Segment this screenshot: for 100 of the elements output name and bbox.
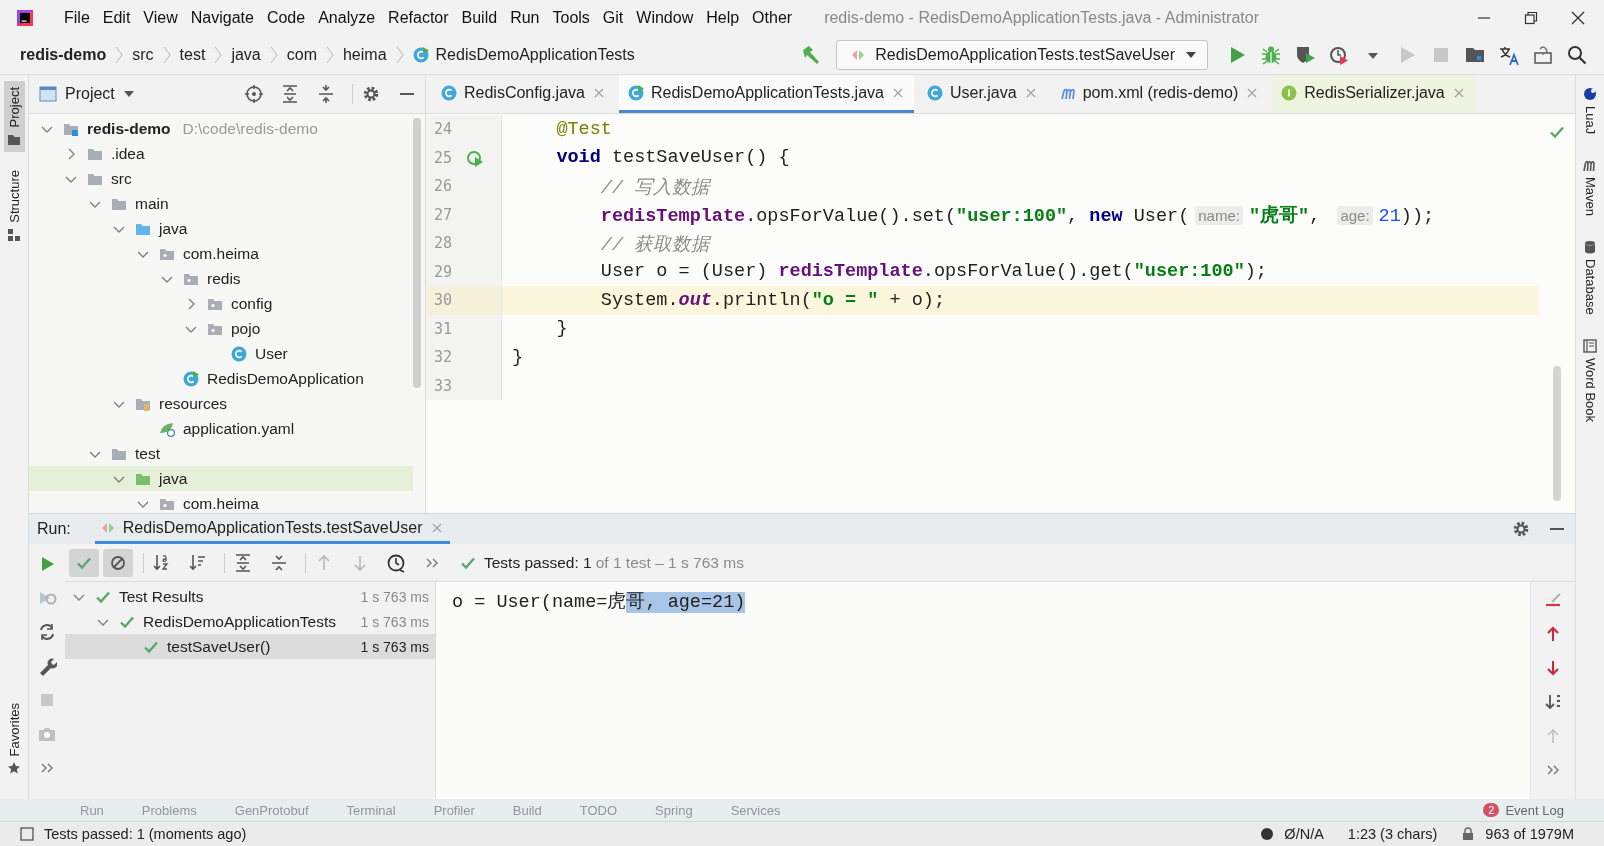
show-passed-toggle[interactable] — [69, 548, 99, 577]
tree-item[interactable]: RedisDemoApplication — [29, 366, 413, 391]
editor-tab[interactable]: User.java — [917, 75, 1047, 113]
menu-item[interactable]: Tools — [552, 9, 590, 27]
expand-all-icon[interactable] — [280, 84, 300, 104]
menu-item[interactable]: Help — [706, 9, 740, 27]
tree-item[interactable]: src — [29, 166, 413, 191]
tool-window-button[interactable]: Favorites — [3, 696, 25, 781]
tree-item[interactable]: test — [29, 441, 413, 466]
editor-tab[interactable]: pom.xml (redis-demo) — [1050, 75, 1269, 113]
tree-item[interactable]: com.heima — [29, 491, 413, 516]
panel-toggle-icon[interactable] — [20, 827, 34, 841]
locate-icon[interactable] — [244, 84, 264, 104]
interface-icon — [1281, 84, 1298, 101]
editor-tab[interactable]: RedisConfig.java — [432, 75, 615, 113]
run-configuration-dropdown[interactable]: RedisDemoApplicationTests.testSaveUser — [836, 40, 1208, 70]
breadcrumb[interactable]: test — [179, 46, 206, 64]
luaj-icon — [1583, 87, 1597, 101]
close-icon[interactable] — [1570, 10, 1586, 26]
breadcrumb[interactable]: redis-demo — [20, 46, 107, 64]
menu-item[interactable]: Window — [636, 9, 694, 27]
expand-all-icon[interactable] — [224, 552, 253, 573]
status-item[interactable]: 1:23 (3 chars) — [1347, 826, 1438, 842]
editor-tab[interactable]: RedisDemoApplicationTests.java — [618, 75, 914, 113]
menu-item[interactable]: View — [143, 9, 178, 27]
line-number: 24 — [434, 120, 454, 139]
folder-icon — [7, 132, 21, 147]
toggle-auto-test-icon[interactable] — [37, 622, 57, 642]
tool-window-button[interactable]: Maven — [1579, 152, 1601, 223]
menu-item[interactable]: Edit — [102, 9, 131, 27]
line-number: 30 — [434, 291, 454, 310]
line-number: 27 — [434, 205, 454, 224]
breadcrumb[interactable]: com — [286, 46, 317, 64]
tree-item[interactable]: main — [29, 191, 413, 216]
profiler-icon[interactable] — [1328, 44, 1350, 66]
settings-icon[interactable] — [352, 84, 381, 104]
code-line: // 获取数据 — [599, 233, 711, 256]
restore-icon[interactable] — [1523, 10, 1539, 26]
test-result-item[interactable]: Test Results 1 s 763 ms — [65, 584, 435, 609]
breadcrumb[interactable]: RedisDemoApplicationTests — [435, 46, 635, 64]
tree-item[interactable]: .idea — [29, 141, 413, 166]
translate-icon[interactable] — [1498, 44, 1520, 66]
status-item[interactable]: Ø/N/A — [1284, 826, 1324, 842]
tree-item[interactable]: config — [29, 291, 413, 316]
clock-icon[interactable] — [386, 552, 406, 573]
tree-item[interactable]: java — [29, 466, 413, 491]
scroll-to-end-icon[interactable] — [1543, 692, 1563, 712]
tool-window-button[interactable]: Structure — [3, 164, 25, 249]
notification-badge: 2 — [1483, 803, 1500, 817]
code-line: User o = (User) redisTemplate.opsForValue().get("user:100"); — [599, 261, 1267, 283]
settings-icon[interactable] — [1511, 519, 1531, 539]
editor-tab[interactable]: RedisSerializer.java — [1272, 75, 1475, 113]
search-icon[interactable] — [1566, 44, 1588, 66]
menu-item[interactable]: Build — [461, 9, 498, 27]
event-log-button[interactable]: 2 Event Log — [1483, 802, 1564, 818]
tool-window-button[interactable]: Project — [3, 81, 25, 153]
run-test-icon[interactable] — [466, 148, 484, 167]
menu-item[interactable]: Git — [602, 9, 624, 27]
test-status: Tests passed: 1 — [484, 553, 592, 572]
sort-by-duration-icon[interactable] — [188, 552, 208, 573]
breadcrumb[interactable]: src — [132, 46, 154, 64]
coverage-icon[interactable] — [1294, 44, 1316, 66]
test-result-item[interactable]: RedisDemoApplicationTests 1 s 763 ms — [65, 609, 435, 634]
menu-item[interactable]: Analyze — [318, 9, 376, 27]
tree-item[interactable]: resources — [29, 391, 413, 416]
project-view-selector[interactable]: Project — [39, 85, 135, 103]
menu-item[interactable]: Refactor — [388, 9, 449, 27]
menu-item[interactable]: Navigate — [190, 9, 254, 27]
code-line: } — [511, 346, 524, 368]
breadcrumb[interactable]: heima — [342, 46, 387, 64]
menu-item[interactable]: Other — [752, 9, 793, 27]
menu-item[interactable]: Code — [266, 9, 306, 27]
scrollbar[interactable] — [413, 118, 421, 388]
tree-item[interactable]: java — [29, 216, 413, 241]
line-number: 33 — [434, 376, 454, 395]
class-icon — [231, 345, 247, 362]
show-ignored-toggle[interactable] — [103, 548, 133, 577]
menu-item[interactable]: File — [64, 9, 90, 27]
scrollbar[interactable] — [1553, 366, 1561, 501]
collapse-all-icon[interactable] — [316, 84, 336, 104]
debug-icon[interactable] — [1260, 44, 1282, 66]
status-item[interactable]: 963 of 1979M — [1485, 826, 1574, 842]
breadcrumb[interactable]: java — [231, 46, 261, 64]
test-summary: of 1 test – 1 s 763 ms — [595, 553, 744, 572]
menu-item[interactable]: Run — [510, 9, 540, 27]
run-tab[interactable]: RedisDemoApplicationTests.testSaveUser — [94, 514, 451, 544]
tool-window-button[interactable]: Word Book — [1579, 332, 1601, 428]
tree-item[interactable]: application.yaml — [29, 416, 413, 441]
tree-item[interactable]: redis — [29, 266, 413, 291]
collapse-all-icon[interactable] — [269, 552, 289, 573]
tool-window-button[interactable]: LuaJ — [1579, 81, 1601, 141]
window-title: redis-demo - RedisDemoApplicationTests.java - Administrator — [824, 9, 1259, 27]
tool-window-button[interactable]: Database — [1579, 234, 1601, 321]
tree-item[interactable]: com.heima — [29, 241, 413, 266]
database-icon — [1583, 240, 1597, 255]
tree-item[interactable]: User — [29, 341, 413, 366]
tree-item[interactable]: pojo — [29, 316, 413, 341]
lock-icon — [1461, 827, 1476, 841]
test-result-item[interactable]: testSaveUser() 1 s 763 ms — [65, 634, 435, 659]
tree-item[interactable]: redis-demo D:\code\redis-demo — [29, 116, 413, 141]
